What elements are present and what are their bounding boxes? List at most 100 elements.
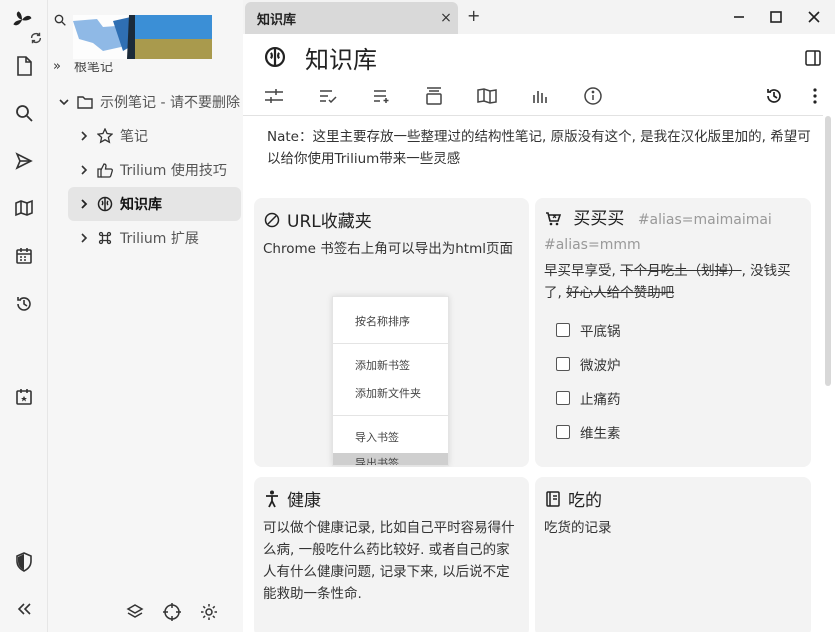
chevron-right-icon[interactable] bbox=[76, 230, 92, 246]
thumbs-up-icon bbox=[96, 161, 114, 179]
tree-item-label: 知识库 bbox=[120, 197, 162, 213]
checkbox[interactable] bbox=[556, 391, 570, 405]
archive-icon[interactable] bbox=[420, 82, 448, 110]
note-history-icon[interactable] bbox=[760, 82, 788, 110]
root-note-label[interactable]: 根笔记 bbox=[74, 62, 113, 74]
card-body: 吃货的记录 bbox=[544, 520, 612, 536]
bar-chart-icon[interactable] bbox=[526, 82, 554, 110]
checkbox[interactable] bbox=[556, 425, 570, 439]
command-icon bbox=[96, 229, 114, 247]
close-window-icon[interactable] bbox=[800, 4, 828, 30]
menu-item: 按名称排序 bbox=[355, 315, 410, 328]
note-header: 知识库 bbox=[243, 34, 835, 82]
menu-item: 添加新书签 bbox=[355, 359, 410, 372]
map-icon[interactable] bbox=[12, 196, 36, 220]
new-note-icon[interactable] bbox=[12, 54, 36, 78]
overlay-image bbox=[73, 15, 212, 59]
tree-item-knowledge-base[interactable]: 知识库 bbox=[68, 187, 241, 221]
card-title-text: URL收藏夹 bbox=[287, 212, 372, 232]
book-icon[interactable] bbox=[473, 82, 501, 110]
info-icon[interactable] bbox=[579, 82, 607, 110]
layers-icon[interactable] bbox=[126, 603, 146, 623]
tab-bar: 知识库 × + bbox=[243, 0, 835, 34]
folder-icon bbox=[76, 93, 94, 111]
card-body: 可以做个健康记录, 比如自己平时容易得什么病, 一般吃什么药比较好. 或者自己的… bbox=[263, 520, 515, 602]
launcher-bar bbox=[0, 0, 48, 632]
note-title[interactable]: 知识库 bbox=[305, 40, 377, 75]
search-icon[interactable] bbox=[12, 101, 36, 125]
bookmark-context-menu-image: 按名称排序 添加新书签 添加新文件夹 导入书签 导出书签 bbox=[332, 296, 449, 466]
tree-item-trilium-extensions[interactable]: Trilium 扩展 bbox=[76, 221, 241, 255]
chevron-right-icon[interactable] bbox=[76, 162, 92, 178]
tree-item-label: Trilium 使用技巧 bbox=[120, 163, 227, 179]
menu-item: 导入书签 bbox=[355, 431, 399, 444]
expand-root-icon[interactable]: » bbox=[53, 59, 61, 74]
chevron-right-icon[interactable] bbox=[76, 128, 92, 144]
card-title-text: 吃的 bbox=[568, 491, 602, 511]
tab-title: 知识库 bbox=[257, 12, 297, 28]
minimize-icon[interactable] bbox=[725, 4, 753, 30]
todo-item[interactable]: 维生素 bbox=[556, 422, 621, 442]
collapse-sidebar-icon[interactable] bbox=[12, 597, 36, 621]
brain-icon bbox=[96, 195, 114, 213]
scrollbar[interactable] bbox=[825, 116, 831, 386]
protected-session-icon[interactable] bbox=[12, 550, 36, 574]
tree-item-notes[interactable]: 笔记 bbox=[76, 119, 241, 153]
person-icon bbox=[263, 490, 281, 508]
card-health[interactable]: 健康 可以做个健康记录, 比如自己平时容易得什么病, 一般吃什么药比较好. 或者… bbox=[254, 477, 529, 632]
note-intro: Nate：这里主要存放一些整理过的结构性笔记, 原版没有这个, 是我在汉化版里加… bbox=[267, 126, 817, 170]
intro-name: Nate bbox=[267, 129, 299, 145]
todo-item[interactable]: 止痛药 bbox=[556, 388, 621, 408]
checkbox[interactable] bbox=[556, 323, 570, 337]
note-brain-icon[interactable] bbox=[264, 46, 288, 70]
new-tab-button[interactable]: + bbox=[467, 6, 480, 25]
maximize-icon[interactable] bbox=[762, 4, 790, 30]
history-icon[interactable] bbox=[12, 292, 36, 316]
menu-item: 导出书签 bbox=[355, 457, 399, 465]
checklist-icon[interactable] bbox=[314, 82, 342, 110]
trilium-logo-icon[interactable] bbox=[10, 8, 34, 32]
tab-knowledge-base[interactable]: 知识库 × bbox=[245, 2, 458, 34]
today-icon[interactable] bbox=[12, 385, 36, 409]
checkbox[interactable] bbox=[556, 357, 570, 371]
menu-separator bbox=[333, 415, 448, 416]
card-food[interactable]: 吃的 吃货的记录 bbox=[535, 477, 811, 632]
card-title[interactable]: 买买买 #alias=maimaimai #alias=mmm bbox=[544, 207, 802, 257]
card-title-text: 健康 bbox=[287, 491, 321, 511]
card-title[interactable]: 健康 bbox=[263, 486, 321, 511]
right-pane-toggle-icon[interactable] bbox=[805, 50, 823, 68]
card-title[interactable]: 吃的 bbox=[544, 486, 602, 511]
note-tree: » 根笔记 示例笔记 - 请不要删除 笔记 Trilium 使用技巧 知识库 T… bbox=[48, 0, 243, 632]
todo-item[interactable]: 平底锅 bbox=[556, 320, 621, 340]
send-icon[interactable] bbox=[12, 149, 36, 173]
cart-icon bbox=[544, 210, 562, 228]
chevron-right-icon[interactable] bbox=[76, 196, 92, 212]
tree-item-sample-notes[interactable]: 示例笔记 - 请不要删除 bbox=[56, 85, 241, 119]
card-shopping[interactable]: 买买买 #alias=maimaimai #alias=mmm 早买早享受, 下… bbox=[535, 198, 811, 467]
toolbar-divider bbox=[243, 115, 823, 116]
card-url-bookmarks[interactable]: URL收藏夹 Chrome 书签右上角可以导出为html页面 按名称排序 添加新… bbox=[254, 198, 529, 467]
tree-item-label: Trilium 扩展 bbox=[120, 231, 199, 247]
tree-item-label: 笔记 bbox=[120, 129, 148, 145]
add-list-icon[interactable] bbox=[368, 82, 396, 110]
chevron-down-icon[interactable] bbox=[56, 94, 72, 110]
more-options-icon[interactable] bbox=[801, 82, 829, 110]
close-tab-icon[interactable]: × bbox=[434, 6, 458, 30]
link-icon bbox=[263, 211, 281, 229]
search-tree-icon[interactable] bbox=[54, 14, 68, 28]
card-title-text: 买买买 bbox=[573, 209, 625, 229]
crosshair-icon[interactable] bbox=[163, 603, 183, 623]
calendar-icon[interactable] bbox=[12, 244, 36, 268]
notebook-icon bbox=[544, 490, 562, 508]
card-title[interactable]: URL收藏夹 bbox=[263, 207, 372, 232]
todo-item[interactable]: 微波炉 bbox=[556, 354, 621, 374]
note-toolbar bbox=[243, 82, 835, 112]
settings-gear-icon[interactable] bbox=[200, 603, 220, 623]
menu-item: 添加新文件夹 bbox=[355, 387, 421, 400]
intro-text: ：这里主要存放一些整理过的结构性笔记, 原版没有这个, 是我在汉化版里加的, 希… bbox=[267, 129, 811, 167]
adjust-settings-icon[interactable] bbox=[260, 82, 288, 110]
sync-icon[interactable] bbox=[28, 30, 44, 46]
tree-item-trilium-tips[interactable]: Trilium 使用技巧 bbox=[76, 153, 241, 187]
card-body: Chrome 书签右上角可以导出为html页面 bbox=[263, 241, 513, 257]
menu-separator bbox=[333, 343, 448, 344]
